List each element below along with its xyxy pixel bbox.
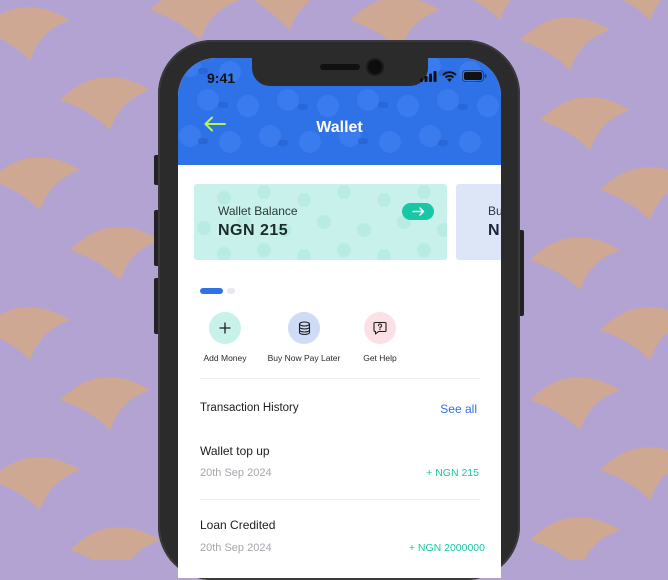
see-all-link[interactable]: See all bbox=[440, 402, 477, 416]
page-title: Wallet bbox=[316, 119, 363, 136]
transaction-date: 20th Sep 2024 bbox=[200, 467, 272, 479]
bnpl-icon-circle bbox=[288, 312, 320, 344]
wallet-balance-card[interactable]: Wallet Balance NGN 215 bbox=[194, 184, 447, 260]
battery-icon bbox=[462, 70, 487, 82]
card-arrow-button[interactable] bbox=[402, 203, 434, 220]
transaction-date: 20th Sep 2024 bbox=[200, 542, 272, 554]
bnpl-card[interactable]: Bu N bbox=[456, 184, 501, 260]
transaction-title: Loan Credited bbox=[200, 518, 276, 532]
carousel-dot-active[interactable] bbox=[200, 288, 223, 294]
row-divider bbox=[200, 499, 480, 500]
transaction-title: Wallet top up bbox=[200, 444, 270, 458]
get-help-button[interactable]: Get Help bbox=[358, 312, 402, 363]
wifi-icon bbox=[442, 70, 457, 82]
carousel-dot[interactable] bbox=[227, 288, 235, 294]
coins-icon bbox=[298, 320, 310, 335]
signal-icon bbox=[420, 70, 437, 82]
action-label: Get Help bbox=[363, 353, 397, 363]
phone-screen: 9:41 Wallet Wallet Balance NGN 215 Bu N bbox=[178, 58, 501, 578]
card-value: NGN 215 bbox=[218, 222, 289, 239]
buy-now-pay-later-button[interactable]: Buy Now Pay Later bbox=[264, 312, 344, 363]
card-value: N bbox=[488, 222, 501, 239]
speaker-grille bbox=[320, 64, 360, 70]
action-label: Add Money bbox=[203, 353, 247, 363]
card-label: Wallet Balance bbox=[218, 204, 298, 218]
quick-actions: Add Money Buy Now Pay Later Get Help bbox=[178, 312, 501, 372]
add-money-icon-circle bbox=[209, 312, 241, 344]
app-header: 9:41 Wallet bbox=[178, 58, 501, 165]
section-divider bbox=[200, 378, 480, 379]
arrow-right-icon bbox=[411, 207, 424, 216]
card-label: Bu bbox=[488, 204, 501, 218]
phone-notch bbox=[252, 58, 428, 86]
action-label: Buy Now Pay Later bbox=[267, 353, 341, 363]
plus-icon bbox=[219, 322, 231, 334]
status-icons bbox=[420, 70, 487, 82]
carousel-indicator bbox=[200, 288, 235, 294]
section-title: Transaction History bbox=[200, 402, 299, 414]
status-time: 9:41 bbox=[207, 70, 236, 86]
add-money-button[interactable]: Add Money bbox=[202, 312, 248, 363]
transaction-amount: + NGN 215 bbox=[426, 467, 479, 479]
transaction-amount: + NGN 2000000 bbox=[408, 542, 485, 554]
front-camera bbox=[368, 60, 382, 74]
help-icon-circle bbox=[364, 312, 396, 344]
help-icon bbox=[373, 321, 387, 335]
